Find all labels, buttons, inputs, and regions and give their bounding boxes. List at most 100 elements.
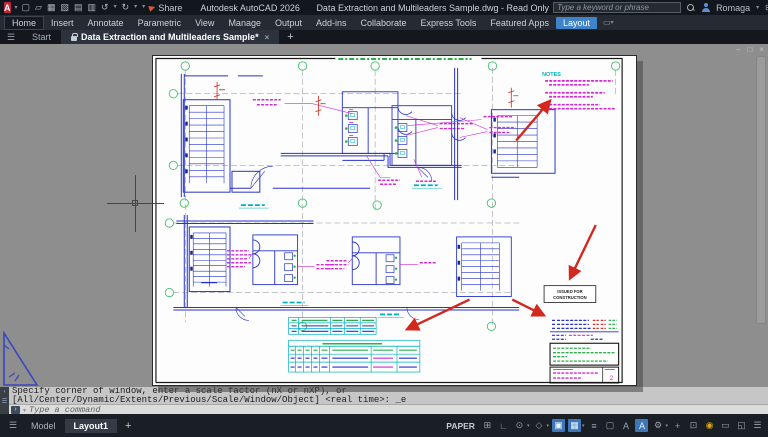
undo-icon[interactable]: ↺ <box>101 2 109 13</box>
plot-icon[interactable]: ▤ <box>74 2 83 13</box>
drawing-content: NOTES ISSUED FOR CONSTRUCTION <box>153 56 636 385</box>
app-menu-caret-icon[interactable]: ▾ <box>15 4 18 11</box>
file-tab-menu-icon[interactable]: ☰ <box>0 30 22 44</box>
share-icon: ▶ <box>148 2 157 12</box>
annotation-arrow-2 <box>570 225 596 279</box>
tab-manage[interactable]: Manage <box>221 17 268 29</box>
doc-minimize-button[interactable]: – <box>736 45 740 54</box>
tab-document[interactable]: Data Extraction and Multileaders Sample*… <box>61 30 279 44</box>
autocad-window: A ▾ ▢ ▱ ▦ ▧ ▤ ▥ ↺ ▾ ↻ ▾ ▾ ▶ Share Autode… <box>0 0 768 437</box>
object-snap-icon[interactable]: ▣ <box>552 419 565 432</box>
titlebar-right-cluster: Romaga ▾ ⊞ Δ ▾ ? ▾ ● – □ × <box>553 2 768 13</box>
quick-properties-icon[interactable]: ⊡ <box>687 419 700 432</box>
tab-annotate[interactable]: Annotate <box>81 17 131 29</box>
tab-featured-apps[interactable]: Featured Apps <box>483 17 556 29</box>
tab-output[interactable]: Output <box>268 17 309 29</box>
snap-mode-icon[interactable]: ⊞ <box>481 419 494 432</box>
quick-access-toolbar: ▢ ▱ ▦ ▧ ▤ ▥ ↺ ▾ ↻ ▾ ▾ <box>22 2 146 13</box>
ribbon-minimize-caret-icon[interactable]: ▾ <box>611 19 614 26</box>
polar-caret-icon[interactable]: ▾ <box>527 423 530 429</box>
undo-caret-icon[interactable]: ▾ <box>114 2 117 13</box>
ribbon-minimize-icon[interactable]: ▭ <box>603 18 611 27</box>
status-toggles: PAPER ⊞ ∟ ⊙ ▾ ◇ ▾ ▣ ▦ ▾ ≡ ▢ A A ⚙ ▾ + ⊡ … <box>446 419 764 432</box>
crosshair-pickbox <box>132 200 138 206</box>
isodraft-caret-icon[interactable]: ▾ <box>546 423 549 429</box>
status-bar: ☰ Model Layout1 + PAPER ⊞ ∟ ⊙ ▾ ◇ ▾ ▣ ▦ … <box>0 414 768 437</box>
notes-block: NOTES <box>542 72 615 109</box>
tab-model[interactable]: Model <box>22 419 65 433</box>
tab-collaborate[interactable]: Collaborate <box>354 17 414 29</box>
command-history-line2: [All/Center/Dynamic/Extents/Previous/Sca… <box>12 396 765 405</box>
tab-parametric[interactable]: Parametric <box>131 17 189 29</box>
redo-caret-icon[interactable]: ▾ <box>134 2 137 13</box>
new-tab-button[interactable]: + <box>279 30 301 44</box>
paper-sheet[interactable]: NOTES ISSUED FOR CONSTRUCTION <box>152 55 637 386</box>
osnap-caret-icon[interactable]: ▾ <box>582 423 585 429</box>
redo-icon[interactable]: ↻ <box>122 2 130 13</box>
tab-layout1[interactable]: Layout1 <box>65 419 118 433</box>
account-caret-icon[interactable]: ▾ <box>756 4 759 11</box>
stamp-line2: CONSTRUCTION <box>553 295 586 300</box>
new-file-icon[interactable]: ▢ <box>22 2 31 13</box>
share-button[interactable]: ▶ Share <box>149 3 182 13</box>
annotation-visibility-icon[interactable]: A <box>619 419 632 432</box>
search-icon[interactable] <box>687 4 695 12</box>
tab-close-icon[interactable]: × <box>265 33 270 42</box>
selection-cycling-icon[interactable]: ▢ <box>603 419 616 432</box>
window-title: Autodesk AutoCAD 2026 Data Extraction an… <box>200 3 549 13</box>
tab-addins[interactable]: Add-ins <box>309 17 354 29</box>
workspace-gear-icon[interactable]: ⚙ <box>651 419 664 432</box>
tab-view[interactable]: View <box>188 17 221 29</box>
qat-customize-caret-icon[interactable]: ▾ <box>142 2 145 13</box>
lineweight-icon[interactable]: ≡ <box>587 419 600 432</box>
workspace-caret-icon[interactable]: ▾ <box>665 423 668 429</box>
autoscale-icon[interactable]: A <box>635 419 648 432</box>
product-name: Autodesk AutoCAD 2026 <box>200 3 300 13</box>
plan-top-center <box>281 68 555 200</box>
annotation-arrow-4 <box>407 300 470 330</box>
annotation-monitor-icon[interactable]: + <box>671 419 684 432</box>
user-name[interactable]: Romaga <box>716 3 750 13</box>
new-layout-button[interactable]: + <box>117 420 139 432</box>
save-as-icon[interactable]: ▧ <box>60 2 69 13</box>
command-window-grip[interactable]: ‹ ☰ <box>0 387 9 414</box>
paper-space-indicator[interactable]: PAPER <box>446 421 475 431</box>
canvas-scrollbar[interactable] <box>756 56 766 324</box>
tab-insert[interactable]: Insert <box>44 17 81 29</box>
drawing-canvas[interactable]: – □ × <box>0 44 768 387</box>
schedule-table-2 <box>289 340 420 372</box>
clean-screen-icon[interactable]: ◱ <box>735 419 748 432</box>
command-menu-icon[interactable]: ☰ <box>2 398 7 405</box>
tab-express-tools[interactable]: Express Tools <box>414 17 484 29</box>
graphics-performance-icon[interactable]: ▭ <box>719 419 732 432</box>
polar-tracking-icon[interactable]: ⊙ <box>513 419 526 432</box>
tab-layout[interactable]: Layout <box>556 17 597 29</box>
tab-home[interactable]: Home <box>4 16 44 30</box>
search-input[interactable] <box>553 2 681 13</box>
command-window: ‹ ☰ Specify corner of window, enter a sc… <box>0 387 768 414</box>
isodraft-icon[interactable]: ◇ <box>532 419 545 432</box>
document-name: Data Extraction and Multileaders Sample.… <box>316 3 549 13</box>
customization-icon[interactable]: ☰ <box>751 419 764 432</box>
layout-menu-icon[interactable]: ☰ <box>4 420 22 431</box>
autocad-logo-icon[interactable]: A <box>4 2 11 13</box>
open-file-icon[interactable]: ▱ <box>35 2 42 13</box>
ortho-mode-icon[interactable]: ∟ <box>497 419 510 432</box>
notes-title: NOTES <box>542 72 561 78</box>
doc-restore-button[interactable]: □ <box>747 45 752 54</box>
title-bar: A ▾ ▢ ▱ ▦ ▧ ▤ ▥ ↺ ▾ ↻ ▾ ▾ ▶ Share Autode… <box>0 0 768 15</box>
user-avatar[interactable] <box>701 3 710 12</box>
command-collapse-icon[interactable]: ‹ <box>4 389 6 395</box>
plan-bottom-left <box>173 215 519 320</box>
command-history[interactable]: Specify corner of window, enter a scale … <box>9 387 768 405</box>
command-recent-caret-icon[interactable]: ▾ <box>23 407 26 414</box>
doc-close-button[interactable]: × <box>759 45 764 54</box>
sheet-set-icon[interactable]: ▥ <box>88 2 97 13</box>
tab-start[interactable]: Start <box>22 30 61 44</box>
isolate-objects-icon[interactable]: ◉ <box>703 419 716 432</box>
command-prompt-icon[interactable]: › <box>11 406 20 414</box>
object-snap-tracking-icon[interactable]: ▦ <box>568 419 581 432</box>
save-icon[interactable]: ▦ <box>47 2 56 13</box>
file-tab-bar: ☰ Start Data Extraction and Multileaders… <box>0 30 768 44</box>
revision-number: 2 <box>610 375 614 382</box>
